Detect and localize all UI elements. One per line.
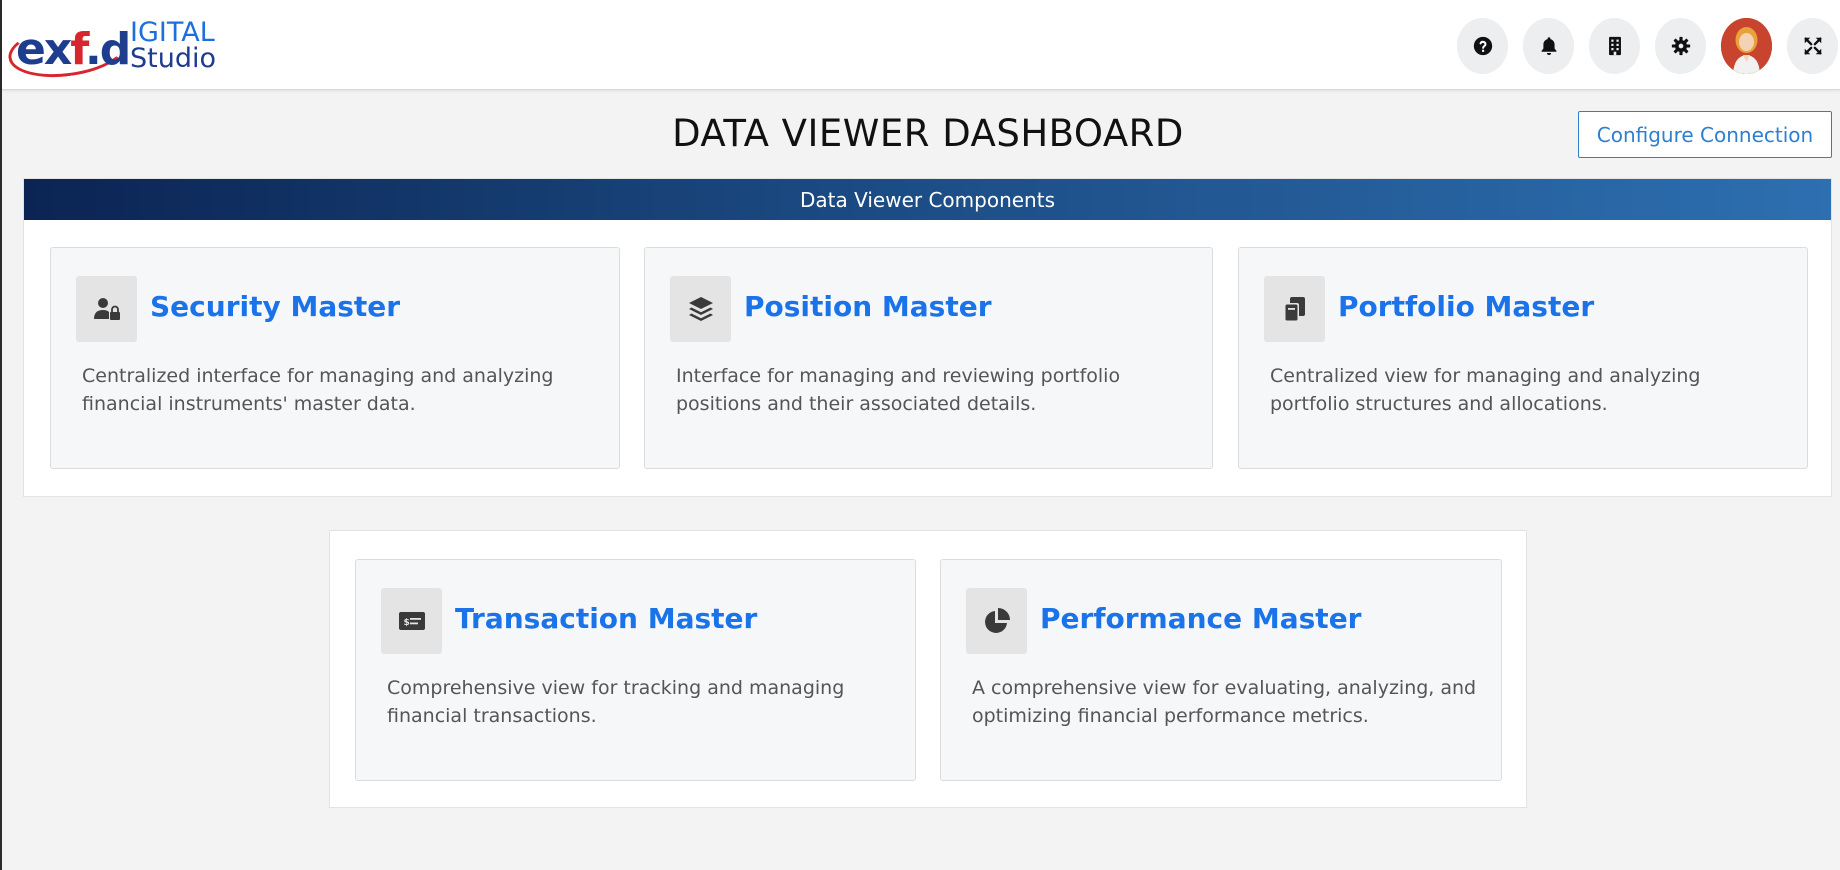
exf-digital-studio-logo[interactable]: exf.d IGITAL Studio — [4, 12, 228, 85]
card-portfolio-master[interactable]: Portfolio Master Centralized view for ma… — [1238, 247, 1808, 469]
user-avatar[interactable] — [1721, 18, 1772, 74]
logo-wordmark: exf.d — [16, 28, 131, 72]
page-title: DATA VIEWER DASHBOARD — [672, 112, 1184, 155]
components-panel-secondary: $ Transaction Master Comprehensive view … — [329, 530, 1527, 808]
card-title[interactable]: Position Master — [744, 290, 992, 323]
fullscreen-button[interactable] — [1787, 18, 1838, 74]
help-button[interactable] — [1457, 18, 1508, 74]
components-panel: Data Viewer Components Security Master C… — [23, 178, 1832, 497]
organization-button[interactable] — [1589, 18, 1640, 74]
card-title[interactable]: Transaction Master — [455, 602, 757, 635]
help-icon — [1473, 36, 1492, 56]
card-transaction-master[interactable]: $ Transaction Master Comprehensive view … — [355, 559, 916, 781]
settings-button[interactable] — [1655, 18, 1706, 74]
expand-icon — [1803, 37, 1822, 55]
logo-text-d: .d — [84, 24, 131, 75]
layers-icon — [688, 297, 713, 321]
card-icon-box — [1264, 276, 1325, 342]
card-icon-box — [966, 588, 1027, 654]
card-title[interactable]: Portfolio Master — [1338, 290, 1594, 323]
card-icon-box — [670, 276, 731, 342]
card-description: Interface for managing and reviewing por… — [676, 365, 1121, 415]
svg-text:$: $ — [403, 618, 409, 628]
copy-icon — [1283, 297, 1305, 322]
user-avatar-image — [1721, 18, 1772, 74]
notifications-button[interactable] — [1523, 18, 1574, 74]
card-performance-master[interactable]: Performance Master A comprehensive view … — [940, 559, 1502, 781]
card-icon-box — [76, 276, 137, 342]
configure-connection-button[interactable]: Configure Connection — [1578, 111, 1832, 158]
card-description: Centralized view for managing and analyz… — [1270, 365, 1701, 415]
card-security-master[interactable]: Security Master Centralized interface fo… — [50, 247, 620, 469]
card-title[interactable]: Security Master — [150, 290, 400, 323]
section-banner: Data Viewer Components — [24, 179, 1831, 220]
bell-icon — [1541, 37, 1556, 55]
pie-chart-icon — [984, 608, 1010, 633]
card-description: Comprehensive view for tracking and mana… — [387, 677, 845, 727]
card-description: Centralized interface for managing and a… — [82, 365, 554, 415]
header-actions — [1457, 18, 1838, 74]
money-check-icon: $ — [398, 612, 425, 630]
logo-text-f: f — [70, 24, 87, 75]
card-title[interactable]: Performance Master — [1040, 602, 1362, 635]
logo-text-studio: Studio — [130, 43, 216, 74]
card-icon-box: $ — [381, 588, 442, 654]
gear-icon — [1671, 36, 1690, 56]
logo-text-ex: ex — [16, 24, 72, 75]
building-icon — [1608, 36, 1621, 56]
user-lock-icon — [93, 298, 120, 320]
card-description: A comprehensive view for evaluating, ana… — [972, 677, 1477, 727]
logo-subtext: IGITAL Studio — [130, 19, 216, 74]
card-position-master[interactable]: Position Master Interface for managing a… — [644, 247, 1213, 469]
top-header: exf.d IGITAL Studio — [2, 0, 1840, 90]
